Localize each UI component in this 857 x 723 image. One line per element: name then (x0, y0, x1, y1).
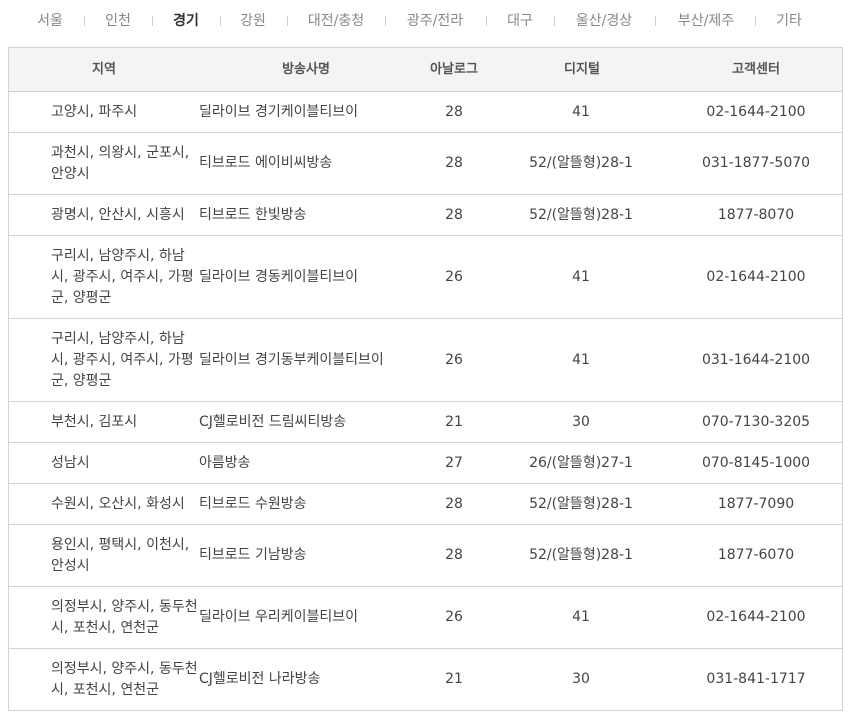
table-row: 의정부시, 양주시, 동두천시, 포천시, 연천군 CJ헬로비전 나라방송 21… (9, 649, 842, 711)
region-tabs: 서울 인천 경기 강원 대전/충청 광주/전라 대구 울산/경상 부산/제주 기… (0, 0, 857, 44)
table-row: 부천시, 김포시 CJ헬로비전 드림씨티방송 21 30 070-7130-32… (9, 402, 842, 443)
tab-daejeon-chungcheong[interactable]: 대전/충청 (308, 11, 364, 31)
analog-channel-cell: 21 (445, 671, 463, 687)
table-row: 성남시 아름방송 27 26/(알뜰형)27-1 070-8145-1000 (9, 443, 842, 484)
service-center-cell: 1877-6070 (717, 547, 795, 563)
service-center-cell: 031-1877-5070 (701, 155, 811, 171)
analog-channel-cell: 28 (445, 155, 463, 171)
analog-channel-cell: 28 (445, 495, 463, 512)
tab-separator (486, 16, 487, 26)
table-row: 의정부시, 양주시, 동두천시, 포천시, 연천군 딜라이브 우리케이블티브이 … (9, 587, 842, 649)
analog-channel-cell: 21 (445, 413, 463, 430)
column-header-service-center: 고객센터 (732, 62, 780, 77)
digital-channel-cell: 52/(알뜰형)28-1 (529, 547, 633, 563)
digital-channel-cell: 41 (572, 351, 590, 368)
analog-channel-cell: 28 (445, 206, 463, 223)
service-center-cell: 02-1644-2100 (706, 268, 806, 285)
table-header: 지역 방송사명 아날로그 디지털 고객센터 (9, 48, 842, 92)
broadcaster-cell: 아름방송 (199, 454, 251, 471)
region-cell: 구리시, 남양주시, 하남시, 광주시, 여주시, 가평군, 양평군 (51, 247, 194, 306)
region-cell: 수원시, 오산시, 화성시 (51, 495, 185, 512)
service-center-cell: 031-1644-2100 (701, 351, 811, 368)
digital-channel-cell: 52/(알뜰형)28-1 (529, 495, 633, 512)
tab-separator (554, 16, 555, 26)
digital-channel-cell: 26/(알뜰형)27-1 (529, 454, 633, 471)
column-header-broadcaster: 방송사명 (282, 62, 330, 77)
tab-gwangju-jeolla[interactable]: 광주/전라 (407, 11, 463, 31)
broadcaster-cell: 딜라이브 경기동부케이블티브이 (199, 351, 384, 368)
tab-etc[interactable]: 기타 (776, 11, 802, 31)
tab-busan-jeju[interactable]: 부산/제주 (678, 11, 734, 31)
analog-channel-cell: 28 (445, 547, 463, 563)
service-center-cell: 1877-8070 (717, 206, 795, 223)
analog-channel-cell: 26 (445, 609, 463, 625)
region-cell: 광명시, 안산시, 시흥시 (51, 206, 185, 223)
table-row: 수원시, 오산시, 화성시 티브로드 수원방송 28 52/(알뜰형)28-1 … (9, 484, 842, 525)
table-row: 고양시, 파주시 딜라이브 경기케이블티브이 28 41 02-1644-210… (9, 92, 842, 133)
broadcaster-cell: CJ헬로비전 나라방송 (199, 671, 321, 687)
service-center-cell: 02-1644-2100 (706, 103, 806, 120)
broadcaster-cell: 티브로드 에이비씨방송 (199, 155, 333, 171)
table-row: 용인시, 평택시, 이천시, 안성시 티브로드 기남방송 28 52/(알뜰형)… (9, 525, 842, 587)
tab-ulsan-gyeongsang[interactable]: 울산/경상 (576, 11, 632, 31)
region-cell: 성남시 (51, 454, 90, 471)
tab-separator (755, 16, 756, 26)
broadcaster-cell: 티브로드 한빛방송 (199, 206, 307, 223)
region-cell: 고양시, 파주시 (51, 103, 138, 120)
tab-separator (220, 16, 221, 26)
broadcaster-cell: 딜라이브 우리케이블티브이 (199, 609, 359, 625)
column-header-region: 지역 (92, 62, 116, 77)
digital-channel-cell: 41 (572, 268, 590, 285)
tab-daegu[interactable]: 대구 (507, 11, 533, 31)
region-cell: 구리시, 남양주시, 하남시, 광주시, 여주시, 가평군, 양평군 (51, 330, 194, 389)
broadcaster-cell: CJ헬로비전 드림씨티방송 (199, 413, 347, 430)
table-row: 광명시, 안산시, 시흥시 티브로드 한빛방송 28 52/(알뜰형)28-1 … (9, 195, 842, 236)
tab-separator (84, 16, 85, 26)
digital-channel-cell: 30 (572, 413, 590, 430)
region-cell: 의정부시, 양주시, 동두천시, 포천시, 연천군 (51, 598, 198, 636)
region-cell: 부천시, 김포시 (51, 413, 138, 430)
tab-separator (385, 16, 386, 26)
service-center-cell: 02-1644-2100 (706, 609, 806, 625)
broadcaster-table: 지역 방송사명 아날로그 디지털 고객센터 고양시, 파주시 딜라이브 경기케이… (8, 47, 843, 711)
broadcaster-cell: 딜라이브 경동케이블티브이 (199, 268, 359, 285)
service-center-cell: 031-841-1717 (706, 671, 806, 687)
column-header-digital: 디지털 (564, 62, 600, 77)
service-center-cell: 070-7130-3205 (701, 413, 811, 430)
analog-channel-cell: 26 (445, 351, 463, 368)
tab-gyeonggi[interactable]: 경기 (173, 11, 199, 31)
broadcaster-cell: 딜라이브 경기케이블티브이 (199, 103, 359, 120)
region-cell: 과천시, 의왕시, 군포시, 안양시 (51, 144, 190, 182)
tab-separator (287, 16, 288, 26)
table-row: 구리시, 남양주시, 하남시, 광주시, 여주시, 가평군, 양평군 딜라이브 … (9, 236, 842, 319)
digital-channel-cell: 52/(알뜰형)28-1 (529, 206, 633, 223)
broadcaster-cell: 티브로드 기남방송 (199, 547, 307, 563)
service-center-cell: 070-8145-1000 (701, 454, 811, 471)
analog-channel-cell: 27 (445, 454, 463, 471)
service-center-cell: 1877-7090 (717, 495, 795, 512)
tab-incheon[interactable]: 인천 (105, 11, 131, 31)
table-row: 과천시, 의왕시, 군포시, 안양시 티브로드 에이비씨방송 28 52/(알뜰… (9, 133, 842, 195)
region-cell: 의정부시, 양주시, 동두천시, 포천시, 연천군 (51, 660, 198, 698)
digital-channel-cell: 41 (572, 609, 590, 625)
digital-channel-cell: 41 (572, 103, 590, 120)
digital-channel-cell: 30 (572, 671, 590, 687)
tab-separator (152, 16, 153, 26)
tab-seoul[interactable]: 서울 (37, 11, 63, 31)
analog-channel-cell: 28 (445, 103, 463, 120)
broadcaster-cell: 티브로드 수원방송 (199, 495, 307, 512)
analog-channel-cell: 26 (445, 268, 463, 285)
tab-separator (655, 16, 656, 26)
tab-gangwon[interactable]: 강원 (240, 11, 266, 31)
column-header-analog: 아날로그 (430, 62, 478, 77)
table-row: 구리시, 남양주시, 하남시, 광주시, 여주시, 가평군, 양평군 딜라이브 … (9, 319, 842, 402)
region-cell: 용인시, 평택시, 이천시, 안성시 (51, 536, 190, 574)
digital-channel-cell: 52/(알뜰형)28-1 (529, 155, 633, 171)
